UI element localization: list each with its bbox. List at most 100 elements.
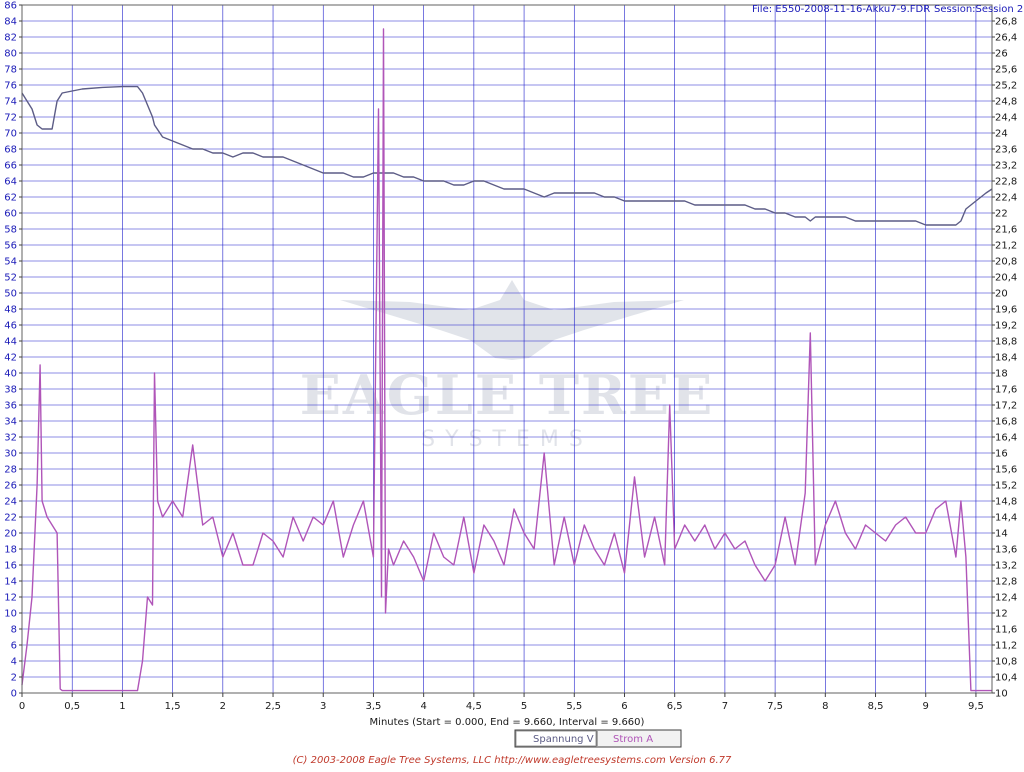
- y-right-tick-label: 14,8: [995, 497, 1017, 508]
- y-left-tick-label: 18: [4, 545, 17, 556]
- y-right-tick-label: 17,6: [995, 385, 1017, 396]
- y-left-tick-label: 34: [4, 417, 17, 428]
- y-right-tick-label: 21,6: [995, 225, 1017, 236]
- x-tick-label: 0,5: [64, 701, 80, 712]
- y-right-tick-label: 26,8: [995, 17, 1017, 28]
- y-left-tick-label: 28: [4, 465, 17, 476]
- y-left-tick-label: 52: [4, 273, 17, 284]
- y-left-tick-label: 82: [4, 33, 17, 44]
- y-right-tick-label: 22,8: [995, 177, 1017, 188]
- legend[interactable]: Spannung V Strom A: [514, 729, 682, 748]
- flight-data-chart: EAGLE TREE SYSTEMS 024681012141618202224…: [0, 0, 1024, 768]
- x-tick-label: 8,5: [868, 701, 884, 712]
- y-right-tick-label: 24: [995, 129, 1008, 140]
- y-left-tick-label: 58: [4, 225, 17, 236]
- y-right-tick-label: 10: [995, 689, 1008, 700]
- y-left-tick-label: 16: [4, 561, 17, 572]
- y-right-tick-label: 10,4: [995, 673, 1017, 684]
- y-right-tick-label: 22: [995, 209, 1008, 220]
- x-tick-label: 5,5: [566, 701, 582, 712]
- y-left-tick-label: 60: [4, 209, 17, 220]
- y-left-tick-label: 42: [4, 353, 17, 364]
- y-right-tick-label: 16,4: [995, 433, 1017, 444]
- y-right-tick-label: 15,6: [995, 465, 1017, 476]
- y-right-tick-label: 24,4: [995, 113, 1017, 124]
- y-left-tick-label: 56: [4, 241, 17, 252]
- y-right-tick-label: 25,6: [995, 65, 1017, 76]
- y-left-tick-label: 6: [11, 641, 17, 652]
- y-right-tick-label: 14,4: [995, 513, 1017, 524]
- x-tick-label: 6: [621, 701, 627, 712]
- y-right-tick-label: 11,2: [995, 641, 1017, 652]
- y-right-tick-label: 17,2: [995, 401, 1017, 412]
- y-left-tick-label: 44: [4, 337, 17, 348]
- y-left-tick-label: 2: [11, 673, 17, 684]
- y-left-tick-label: 8: [11, 625, 17, 636]
- y-right-tick-label: 18,4: [995, 353, 1017, 364]
- y-left-tick-label: 80: [4, 49, 17, 60]
- y-right-tick-label: 15,2: [995, 481, 1017, 492]
- x-tick-label: 3,5: [365, 701, 381, 712]
- y-right-tick-label: 21,2: [995, 241, 1017, 252]
- y-right-tick-label: 26: [995, 49, 1008, 60]
- y-right-tick-label: 23,2: [995, 161, 1017, 172]
- y-left-tick-label: 48: [4, 305, 17, 316]
- x-tick-label: 9,5: [968, 701, 984, 712]
- y-left-tick-label: 64: [4, 177, 17, 188]
- y-left-tick-label: 78: [4, 65, 17, 76]
- x-tick-label: 7,5: [767, 701, 783, 712]
- y-right-tick-label: 18,8: [995, 337, 1017, 348]
- session-label: Session:Session 2: [934, 4, 1023, 15]
- legend-item-current[interactable]: Strom A: [613, 734, 653, 745]
- x-tick-label: 4: [420, 701, 426, 712]
- eagle-tree-watermark: EAGLE TREE SYSTEMS: [300, 280, 714, 452]
- y-right-tick-label: 26,4: [995, 33, 1017, 44]
- y-right-tick-label: 11,6: [995, 625, 1017, 636]
- y-right-tick-label: 19,2: [995, 321, 1017, 332]
- y-left-tick-label: 86: [4, 1, 17, 12]
- y-left-tick-label: 24: [4, 497, 17, 508]
- x-tick-label: 8: [822, 701, 828, 712]
- y-right-tick-label: 16,8: [995, 417, 1017, 428]
- y-left-tick-label: 4: [11, 657, 17, 668]
- y-left-tick-label: 68: [4, 145, 17, 156]
- y-right-tick-label: 13,2: [995, 561, 1017, 572]
- y-right-tick-label: 16: [995, 449, 1008, 460]
- x-tick-label: 3: [320, 701, 326, 712]
- y-right-tick-label: 13,6: [995, 545, 1017, 556]
- y-right-tick-label: 12: [995, 609, 1008, 620]
- x-axis-label: Minutes (Start = 0.000, End = 9.660, Int…: [370, 717, 645, 728]
- x-tick-label: 2: [220, 701, 226, 712]
- y-left-tick-label: 30: [4, 449, 17, 460]
- y-left-tick-label: 38: [4, 385, 17, 396]
- copyright-footer: (C) 2003-2008 Eagle Tree Systems, LLC ht…: [293, 755, 732, 766]
- y-left-tick-label: 84: [4, 17, 17, 28]
- y-left-tick-label: 72: [4, 113, 17, 124]
- x-tick-label: 7: [722, 701, 728, 712]
- watermark-title: EAGLE TREE: [300, 363, 714, 427]
- y-left-tick-label: 14: [4, 577, 17, 588]
- y-right-tick-label: 10,8: [995, 657, 1017, 668]
- y-right-tick-label: 22,4: [995, 193, 1017, 204]
- x-tick-label: 1,5: [165, 701, 181, 712]
- y-right-tick-label: 12,4: [995, 593, 1017, 604]
- legend-item-voltage[interactable]: Spannung V: [533, 734, 594, 745]
- y-left-tick-label: 76: [4, 81, 17, 92]
- y-left-tick-label: 26: [4, 481, 17, 492]
- y-right-tick-label: 25,2: [995, 81, 1017, 92]
- y-right-tick-label: 20,8: [995, 257, 1017, 268]
- y-left-tick-label: 36: [4, 401, 17, 412]
- x-tick-label: 1: [119, 701, 125, 712]
- y-right-tick-label: 18: [995, 369, 1008, 380]
- y-left-tick-label: 46: [4, 321, 17, 332]
- y-left-tick-label: 66: [4, 161, 17, 172]
- y-right-tick-label: 23,6: [995, 145, 1017, 156]
- y-left-tick-label: 20: [4, 529, 17, 540]
- y-right-tick-label: 24,8: [995, 97, 1017, 108]
- y-left-tick-label: 54: [4, 257, 17, 268]
- file-name-label: File: E550-2008-11-16-Akku7-9.FDR: [752, 4, 930, 15]
- y-left-tick-label: 40: [4, 369, 17, 380]
- x-tick-label: 9: [923, 701, 929, 712]
- y-left-tick-label: 74: [4, 97, 17, 108]
- x-tick-label: 5: [521, 701, 527, 712]
